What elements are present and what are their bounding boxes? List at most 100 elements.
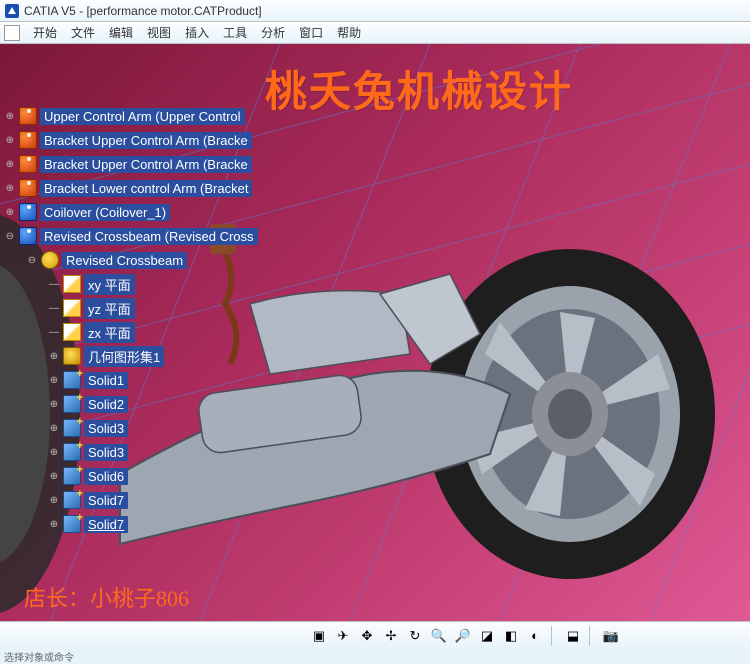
part-blue-icon bbox=[19, 203, 37, 221]
tree-expand-icon[interactable]: — bbox=[48, 327, 60, 338]
tree-expand-icon[interactable]: ⊕ bbox=[4, 159, 16, 170]
tree-expand-icon[interactable]: — bbox=[48, 279, 60, 290]
tree-expand-icon[interactable]: ⊕ bbox=[48, 471, 60, 482]
tree-label[interactable]: Upper Control Arm (Upper Control bbox=[40, 108, 245, 125]
tree-label[interactable]: Bracket Upper Control Arm (Bracke bbox=[40, 156, 252, 173]
tree-expand-icon[interactable]: ⊕ bbox=[48, 423, 60, 434]
camera-icon[interactable]: 📷 bbox=[600, 625, 622, 647]
gear-icon bbox=[41, 251, 59, 269]
statusbar: 选择对象或命令 bbox=[0, 649, 750, 664]
doc-icon bbox=[4, 25, 20, 41]
plane-icon bbox=[63, 275, 81, 293]
tree-expand-icon[interactable]: ⊕ bbox=[48, 399, 60, 410]
plane-icon bbox=[63, 299, 81, 317]
zoom-out-icon[interactable]: 🔎 bbox=[452, 625, 474, 647]
solid-icon bbox=[63, 371, 81, 389]
solid-icon bbox=[63, 467, 81, 485]
tree-label[interactable]: 几何图形集1 bbox=[84, 346, 164, 367]
part-icon bbox=[19, 179, 37, 197]
part-icon bbox=[19, 131, 37, 149]
tree-expand-icon[interactable]: ⊕ bbox=[4, 207, 16, 218]
fly-icon[interactable]: ✈ bbox=[332, 625, 354, 647]
tree-label[interactable]: zx 平面 bbox=[84, 322, 135, 343]
menu-item-4[interactable]: 插入 bbox=[178, 22, 216, 43]
tree-row[interactable]: ⊖ Revised Crossbeam (Revised Cross bbox=[4, 224, 258, 248]
toolbar-separator bbox=[551, 626, 557, 646]
tree-label[interactable]: Revised Crossbeam bbox=[62, 252, 187, 269]
tree-row[interactable]: ⊕ Coilover (Coilover_1) bbox=[4, 200, 258, 224]
expand-all-icon[interactable]: ▣ bbox=[308, 625, 330, 647]
hide-show-icon[interactable]: ⬓ bbox=[562, 625, 584, 647]
window-title: CATIA V5 - [performance motor.CATProduct… bbox=[24, 4, 262, 18]
tree-label[interactable]: Bracket Upper Control Arm (Bracke bbox=[40, 132, 252, 149]
tree-expand-icon[interactable]: ⊖ bbox=[26, 255, 38, 266]
watermark-title: 桃夭兔机械设计 bbox=[265, 58, 573, 119]
tree-expand-icon[interactable]: ⊕ bbox=[48, 519, 60, 530]
tree-expand-icon[interactable]: ⊕ bbox=[4, 135, 16, 146]
menu-item-1[interactable]: 文件 bbox=[64, 22, 102, 43]
tree-row[interactable]: ⊕ Bracket Lower control Arm (Bracket bbox=[4, 176, 258, 200]
menu-item-2[interactable]: 编辑 bbox=[102, 22, 140, 43]
3d-viewport[interactable]: 桃夭兔机械设计 店长：小桃子806 ⊕ Upper Control Arm (Up… bbox=[0, 44, 750, 621]
tree-label[interactable]: xy 平面 bbox=[84, 274, 135, 295]
tree-expand-icon[interactable]: ⊕ bbox=[48, 447, 60, 458]
tree-row[interactable]: ⊕ Bracket Upper Control Arm (Bracke bbox=[4, 128, 258, 152]
tree-row[interactable]: ⊕ Solid1 bbox=[4, 368, 258, 392]
status-text: 选择对象或命令 bbox=[4, 649, 74, 664]
menu-item-0[interactable]: 开始 bbox=[26, 22, 64, 43]
rotate-icon[interactable]: ↻ bbox=[404, 625, 426, 647]
tree-row[interactable]: ⊕ Bracket Upper Control Arm (Bracke bbox=[4, 152, 258, 176]
tree-expand-icon[interactable]: ⊕ bbox=[48, 495, 60, 506]
tree-expand-icon[interactable]: ⊕ bbox=[48, 351, 60, 362]
tree-row[interactable]: — xy 平面 bbox=[4, 272, 258, 296]
tree-expand-icon[interactable]: — bbox=[48, 303, 60, 314]
shading-icon[interactable]: ◐ bbox=[524, 625, 546, 647]
tree-row[interactable]: ⊖ Revised Crossbeam bbox=[4, 248, 258, 272]
spec-tree[interactable]: ⊕ Upper Control Arm (Upper Control ⊕ Bracke… bbox=[4, 104, 258, 536]
tree-label[interactable]: Solid1 bbox=[84, 372, 128, 389]
menu-item-6[interactable]: 分析 bbox=[254, 22, 292, 43]
tree-row[interactable]: ⊕ Upper Control Arm (Upper Control bbox=[4, 104, 258, 128]
tree-label[interactable]: Solid2 bbox=[84, 396, 128, 413]
tree-label[interactable]: Solid6 bbox=[84, 468, 128, 485]
tree-row[interactable]: — yz 平面 bbox=[4, 296, 258, 320]
solid-icon bbox=[63, 419, 81, 437]
iso-view-icon[interactable]: ◧ bbox=[500, 625, 522, 647]
menu-item-8[interactable]: 帮助 bbox=[330, 22, 368, 43]
tree-label[interactable]: yz 平面 bbox=[84, 298, 135, 319]
tree-label[interactable]: Solid3 bbox=[84, 444, 128, 461]
tree-label[interactable]: Coilover (Coilover_1) bbox=[40, 204, 170, 221]
tree-expand-icon[interactable]: ⊕ bbox=[48, 375, 60, 386]
tree-label[interactable]: Revised Crossbeam (Revised Cross bbox=[40, 228, 258, 245]
tree-label[interactable]: Solid7 bbox=[84, 516, 128, 533]
part-blue-icon bbox=[19, 227, 37, 245]
part-icon bbox=[19, 107, 37, 125]
solid-icon bbox=[63, 491, 81, 509]
tree-expand-icon[interactable]: ⊕ bbox=[4, 183, 16, 194]
watermark-author: 店长：小桃子806 bbox=[24, 581, 189, 613]
tree-row[interactable]: — zx 平面 bbox=[4, 320, 258, 344]
menu-item-7[interactable]: 窗口 bbox=[292, 22, 330, 43]
toolbar-separator bbox=[589, 626, 595, 646]
zoom-in-icon[interactable]: 🔍 bbox=[428, 625, 450, 647]
tree-row[interactable]: ⊕ 几何图形集1 bbox=[4, 344, 258, 368]
tree-label[interactable]: Bracket Lower control Arm (Bracket bbox=[40, 180, 252, 197]
tree-row[interactable]: ⊕ Solid2 bbox=[4, 392, 258, 416]
tree-row[interactable]: ⊕ Solid7 bbox=[4, 512, 258, 536]
tree-expand-icon[interactable]: ⊖ bbox=[4, 231, 16, 242]
tree-label[interactable]: Solid7 bbox=[84, 492, 128, 509]
titlebar: CATIA V5 - [performance motor.CATProduct… bbox=[0, 0, 750, 22]
tree-row[interactable]: ⊕ Solid7 bbox=[4, 488, 258, 512]
menu-item-5[interactable]: 工具 bbox=[216, 22, 254, 43]
menu-item-3[interactable]: 视图 bbox=[140, 22, 178, 43]
tree-label[interactable]: Solid3 bbox=[84, 420, 128, 437]
tree-expand-icon[interactable]: ⊕ bbox=[4, 111, 16, 122]
fit-all-icon[interactable]: ✥ bbox=[356, 625, 378, 647]
solid-icon bbox=[63, 515, 81, 533]
normal-view-icon[interactable]: ◪ bbox=[476, 625, 498, 647]
tree-row[interactable]: ⊕ Solid3 bbox=[4, 416, 258, 440]
tree-row[interactable]: ⊕ Solid6 bbox=[4, 464, 258, 488]
solid-icon bbox=[63, 443, 81, 461]
pan-icon[interactable]: ✢ bbox=[380, 625, 402, 647]
tree-row[interactable]: ⊕ Solid3 bbox=[4, 440, 258, 464]
